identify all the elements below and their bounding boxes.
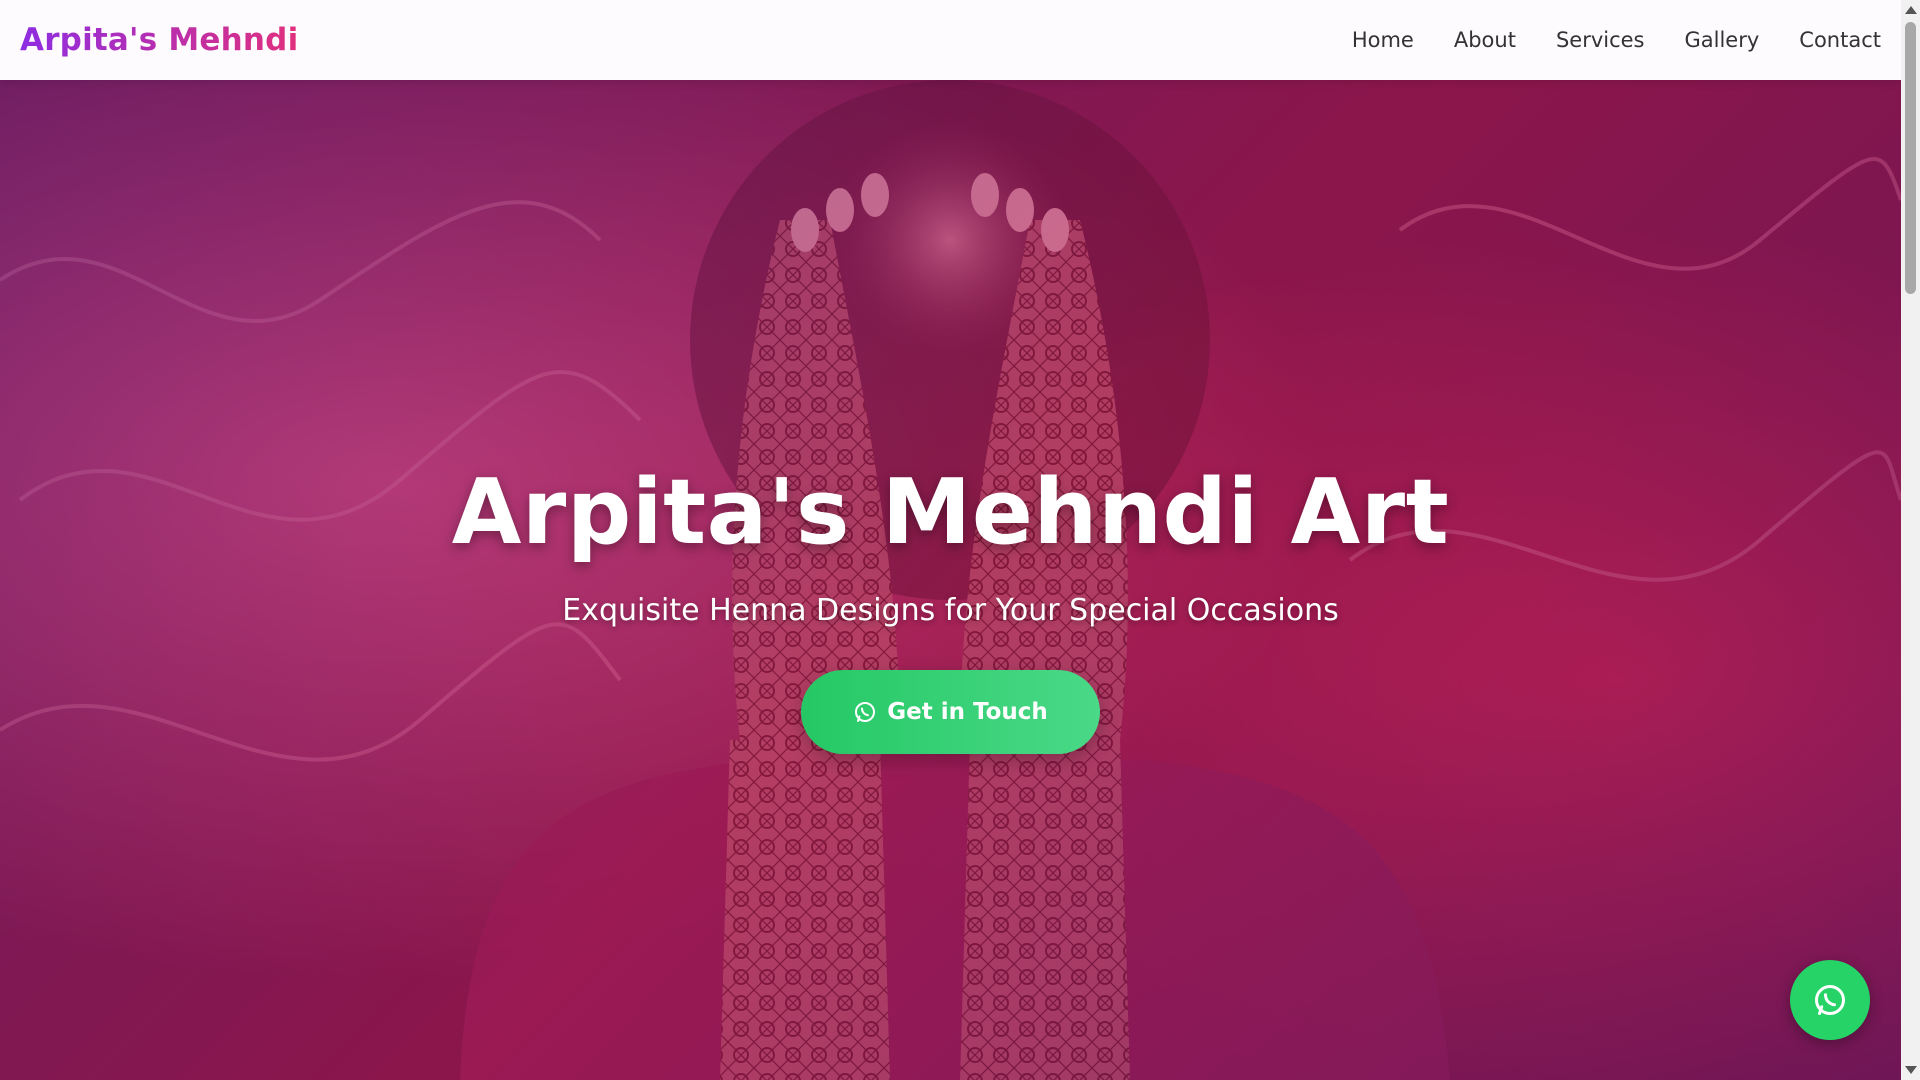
whatsapp-icon bbox=[855, 702, 876, 722]
hero-subtitle: Exquisite Henna Designs for Your Special… bbox=[562, 593, 1339, 628]
hero-content: Arpita's Mehndi Art Exquisite Henna Desi… bbox=[0, 460, 1901, 754]
scrollbar[interactable] bbox=[1901, 0, 1920, 1080]
nav-link-about[interactable]: About bbox=[1454, 28, 1516, 52]
get-in-touch-label: Get in Touch bbox=[887, 699, 1048, 725]
nav-link-gallery[interactable]: Gallery bbox=[1685, 28, 1760, 52]
get-in-touch-button[interactable]: Get in Touch bbox=[801, 670, 1100, 754]
nav-links: Home About Services Gallery Contact bbox=[1352, 28, 1881, 52]
nav-link-home[interactable]: Home bbox=[1352, 28, 1414, 52]
nav-link-services[interactable]: Services bbox=[1556, 28, 1645, 52]
scroll-up-arrow-icon[interactable] bbox=[1905, 6, 1917, 14]
brand-logo[interactable]: Arpita's Mehndi bbox=[20, 22, 298, 58]
whatsapp-float-button[interactable] bbox=[1790, 960, 1870, 1040]
whatsapp-icon bbox=[1815, 985, 1845, 1015]
scroll-down-arrow-icon[interactable] bbox=[1905, 1066, 1917, 1074]
hero-title: Arpita's Mehndi Art bbox=[451, 460, 1450, 565]
navbar: Arpita's Mehndi Home About Services Gall… bbox=[0, 0, 1901, 80]
page: Arpita's Mehndi Home About Services Gall… bbox=[0, 0, 1920, 1080]
scroll-thumb[interactable] bbox=[1905, 22, 1916, 294]
nav-link-contact[interactable]: Contact bbox=[1799, 28, 1881, 52]
hero-section: Arpita's Mehndi Art Exquisite Henna Desi… bbox=[0, 80, 1901, 1080]
